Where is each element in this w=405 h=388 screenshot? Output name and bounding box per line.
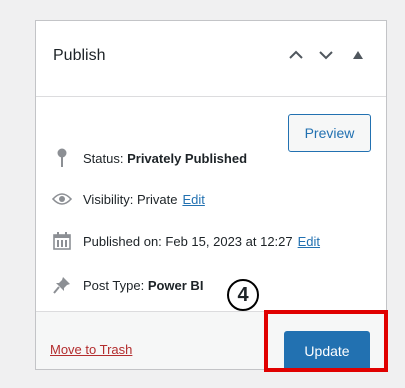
visibility-value: Private bbox=[136, 191, 178, 207]
panel-header: Publish bbox=[36, 21, 386, 97]
visibility-row: Visibility: Private Edit bbox=[51, 188, 205, 210]
chevron-up-icon[interactable] bbox=[284, 41, 308, 69]
published-row: Published on: Feb 15, 2023 at 12:27 Edit bbox=[51, 230, 320, 252]
pushpin-icon bbox=[51, 274, 73, 296]
status-row: Status: Privately Published bbox=[51, 147, 247, 169]
visibility-label: Visibility: bbox=[83, 191, 134, 207]
published-value: Feb 15, 2023 at 12:27 bbox=[165, 233, 293, 249]
published-label: Published on: bbox=[83, 233, 162, 249]
move-to-trash-link[interactable]: Move to Trash bbox=[50, 342, 132, 357]
calendar-icon bbox=[51, 230, 73, 252]
post-type-label: Post Type: bbox=[83, 277, 145, 293]
step-number-badge: 4 bbox=[227, 279, 259, 311]
preview-button[interactable]: Preview bbox=[288, 114, 371, 152]
visibility-edit-link[interactable]: Edit bbox=[182, 192, 204, 207]
pin-icon bbox=[51, 147, 73, 169]
post-type-row: Post Type: Power BI bbox=[51, 274, 203, 296]
eye-icon bbox=[51, 188, 73, 210]
published-edit-link[interactable]: Edit bbox=[298, 234, 320, 249]
status-label: Status: bbox=[83, 150, 124, 166]
post-type-value: Power BI bbox=[147, 277, 204, 293]
triangle-toggle-icon[interactable] bbox=[346, 41, 370, 69]
highlight-box bbox=[264, 310, 388, 372]
chevron-down-icon[interactable] bbox=[314, 41, 338, 69]
panel-title: Publish bbox=[53, 47, 106, 64]
status-value: Privately Published bbox=[127, 150, 248, 166]
